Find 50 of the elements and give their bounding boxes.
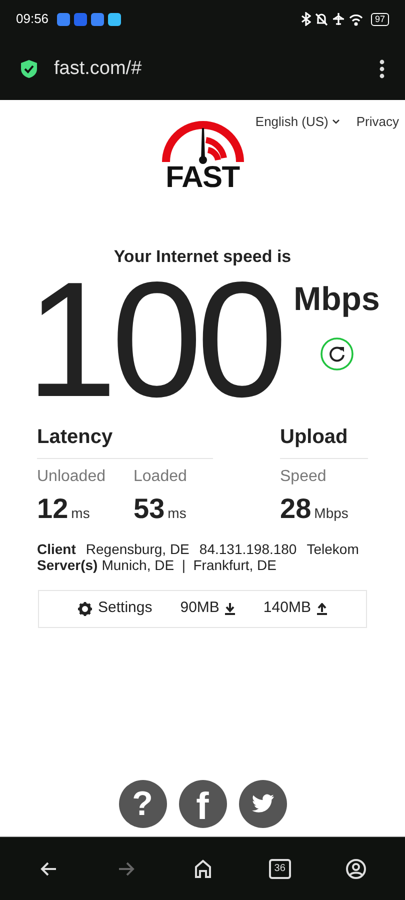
- account-icon[interactable]: [344, 856, 368, 880]
- section-title: Latency: [37, 426, 113, 448]
- help-button[interactable]: ?: [118, 780, 166, 828]
- gear-icon: [78, 602, 92, 616]
- download-size: 90MB: [180, 598, 220, 618]
- metric-unit: ms: [71, 504, 90, 522]
- airplane-icon: [332, 12, 345, 26]
- metric-value: 12: [37, 492, 68, 524]
- metric-label: Unloaded: [37, 466, 106, 486]
- language-selector[interactable]: English (US): [255, 112, 328, 132]
- facebook-button[interactable]: f: [178, 780, 226, 828]
- app-notification-icon: [56, 12, 70, 26]
- bird-icon: [250, 794, 274, 814]
- metric-value: 53: [134, 492, 165, 524]
- logo-wordmark: FAST: [166, 164, 240, 192]
- app-notification-icon: [74, 12, 87, 26]
- app-notification-icon: [90, 12, 104, 26]
- speed-value: 100: [26, 270, 282, 410]
- metric-unit: ms: [168, 504, 186, 522]
- menu-icon[interactable]: [379, 59, 385, 79]
- download-icon: [225, 602, 236, 614]
- metric-value: 28: [280, 492, 312, 524]
- shield-icon: [20, 59, 38, 79]
- client-location: Regensburg, DE: [86, 540, 190, 556]
- speed-caption: Your Internet speed is: [114, 246, 292, 268]
- refresh-icon[interactable]: [320, 337, 354, 371]
- metric-label: Speed: [280, 466, 328, 486]
- settings-button[interactable]: Settings: [78, 597, 152, 620]
- wifi-icon: [348, 12, 363, 26]
- status-time: 09:56: [16, 10, 49, 28]
- bluetooth-icon: [300, 12, 311, 26]
- client-label: Client: [37, 540, 76, 556]
- app-notification-icon: [108, 12, 121, 26]
- privacy-link[interactable]: Privacy: [356, 112, 399, 132]
- upload-icon: [316, 602, 327, 614]
- speed-unit: Mbps: [294, 278, 380, 319]
- battery-indicator: 97: [370, 12, 389, 26]
- metric-label: Loaded: [134, 466, 187, 486]
- servers-label: Server(s): [37, 556, 98, 572]
- twitter-button[interactable]: [238, 780, 286, 828]
- url-field[interactable]: fast.com/#: [54, 54, 363, 84]
- chevron-down-icon: [332, 118, 340, 125]
- metric-unit: Mbps: [314, 504, 348, 523]
- section-title: Upload: [280, 426, 348, 448]
- client-isp: Telekom: [306, 540, 359, 556]
- upload-size: 140MB: [263, 598, 311, 618]
- tabs-button[interactable]: 36: [268, 858, 291, 878]
- servers-list: Munich, DE | Frankfurt, DE: [102, 556, 276, 572]
- muted-bell-icon: [314, 12, 328, 26]
- client-ip: 84.131.198.180: [199, 540, 297, 556]
